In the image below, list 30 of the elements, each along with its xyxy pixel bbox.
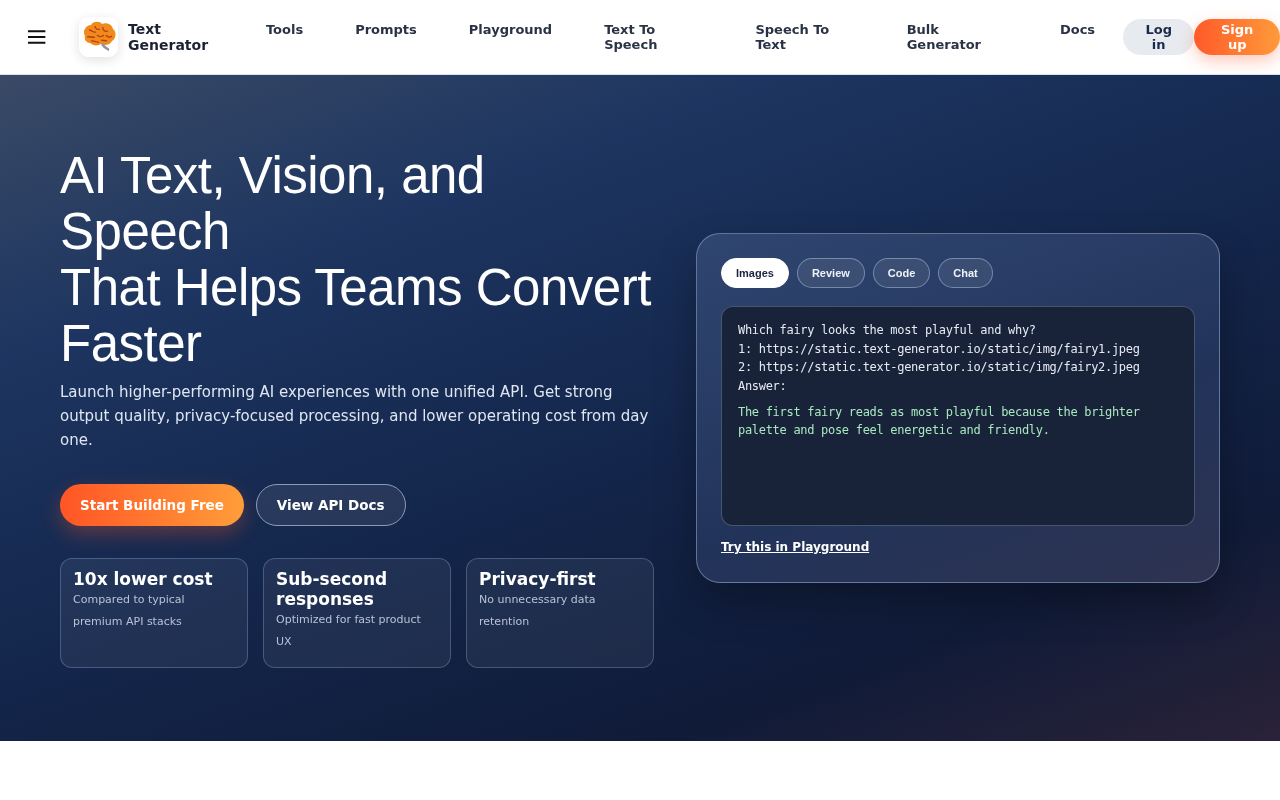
brain-logo-icon[interactable] <box>79 17 119 57</box>
demo-tab[interactable]: Images <box>721 258 789 288</box>
nav-link[interactable]: Text To Speech <box>604 22 730 52</box>
feature-title: Sub-second responses <box>276 569 389 609</box>
answer-text: The first fairy reads as most playful because the brighter palette and pose feel energetic and friendly. <box>738 404 1141 439</box>
demo-tab[interactable]: Review <box>796 258 865 288</box>
hero-subtitle: Launch higher-performing AI experiences with one unified API. Get strong output quality, privacy-focused processing, and lower operating cost from day one. <box>60 382 650 451</box>
api-docs-button[interactable]: View API Docs <box>255 484 406 526</box>
nav-link[interactable]: Docs <box>1059 22 1124 52</box>
demo-tab[interactable]: Chat <box>938 258 993 288</box>
feature-text: No unnecessary data retention <box>479 592 597 630</box>
prompt-line: Which fairy looks the most playful and why? <box>738 322 1037 339</box>
nav-link[interactable]: Speech To Text <box>755 22 881 52</box>
brand-name[interactable]: Text Generator <box>128 21 242 53</box>
menu-icon[interactable] <box>27 29 47 45</box>
playground-link[interactable]: Try this in Playground <box>721 540 870 554</box>
hero-title: AI Text, Vision, and Speech That Helps Teams Convert Faster <box>60 148 652 372</box>
nav-link[interactable]: Tools <box>265 22 330 52</box>
prompt-line: 2: https://static.text-generator.io/static/img/fairy2.jpeg <box>738 359 1141 376</box>
nav-link[interactable]: Bulk Generator <box>906 22 1034 52</box>
feature-title: Privacy-first <box>479 569 597 589</box>
demo-tab[interactable]: Code <box>872 258 931 288</box>
nav-link[interactable]: Playground <box>468 22 579 52</box>
login-button[interactable]: Log in <box>1123 19 1195 55</box>
feature-text: Compared to typical premium API stacks <box>73 592 186 630</box>
feature-text: Optimized for fast product UX <box>276 612 422 650</box>
feature-title: 10x lower cost <box>73 569 214 589</box>
prompt-line: Answer: <box>738 377 788 395</box>
nav-link[interactable]: Prompts <box>355 22 443 52</box>
prompt-line: 1: https://static.text-generator.io/static/img/fairy1.jpeg <box>738 340 1141 358</box>
